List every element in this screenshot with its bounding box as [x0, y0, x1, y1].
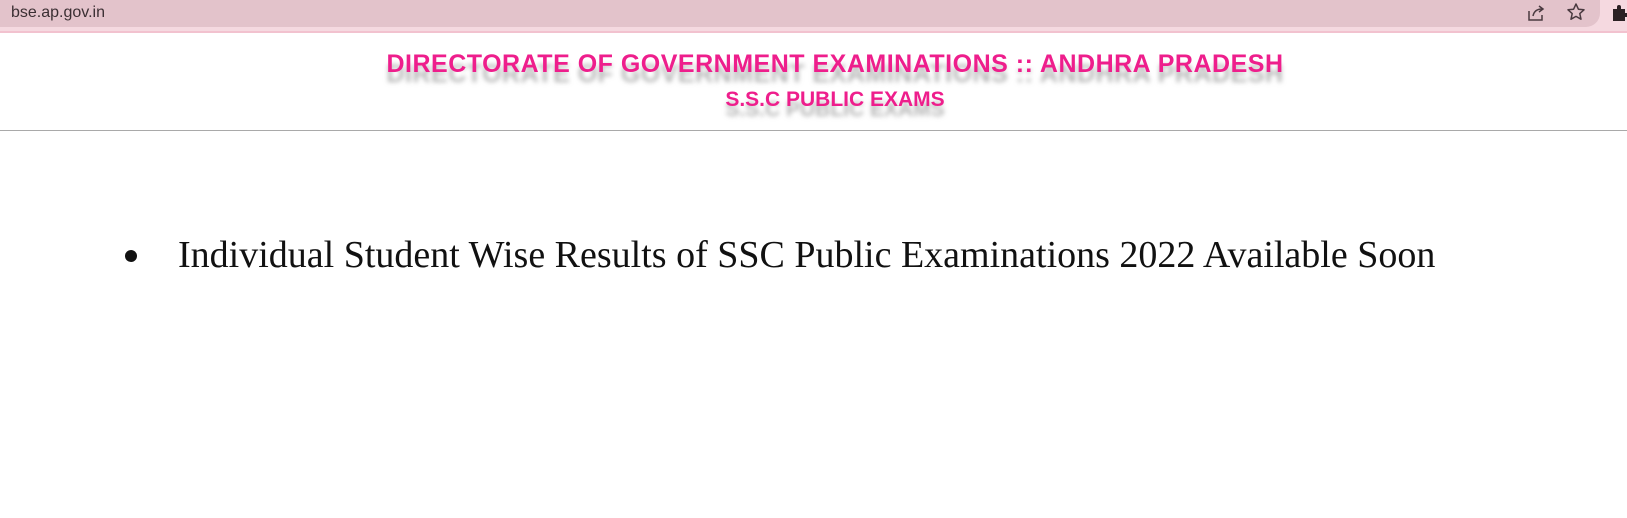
notice-text: Individual Student Wise Results of SSC P… [178, 234, 1436, 276]
page-title: DIRECTORATE OF GOVERNMENT EXAMINATIONS :… [386, 50, 1284, 78]
notice-item: Individual Student Wise Results of SSC P… [0, 232, 1627, 278]
address-bar[interactable]: bse.ap.gov.in [0, 0, 1600, 27]
page-subtitle: S.S.C PUBLIC EXAMS [725, 88, 945, 111]
browser-toolbar: bse.ap.gov.in [0, 0, 1627, 33]
extension-icon[interactable] [1611, 3, 1627, 23]
page-header: DIRECTORATE OF GOVERNMENT EXAMINATIONS :… [0, 35, 1627, 131]
bullet-icon [125, 250, 137, 262]
share-icon[interactable] [1526, 3, 1546, 23]
url-text[interactable]: bse.ap.gov.in [11, 3, 105, 23]
star-icon[interactable] [1566, 2, 1586, 22]
notice-list: Individual Student Wise Results of SSC P… [0, 232, 1627, 278]
